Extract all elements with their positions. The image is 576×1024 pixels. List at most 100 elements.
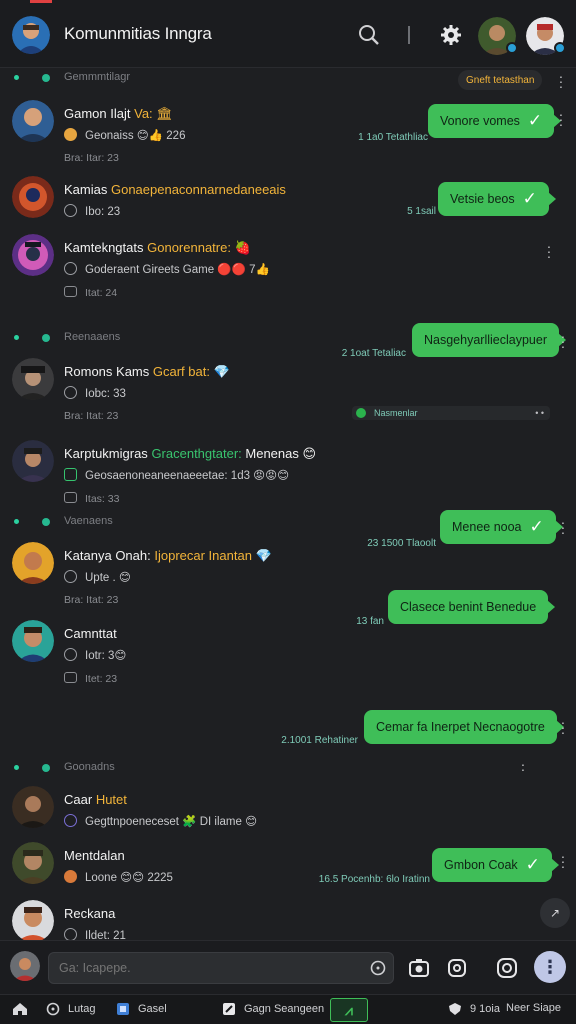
checkmark-icon: ✓	[527, 111, 543, 130]
more-icon[interactable]: · · ·	[560, 515, 566, 539]
reply-bubble[interactable]: Vonore vomes ✓	[428, 104, 562, 138]
avatar[interactable]	[12, 620, 54, 662]
list-item[interactable]: Kamias Gonaepenaconnarnedaneeais Ibo: 23…	[0, 176, 576, 226]
list-item[interactable]: Karptukmigras Gracenthgtater: Menenas 😊 …	[0, 440, 576, 506]
reply-bubble[interactable]: Cemar fa Inerpet Necnaogotre	[364, 710, 564, 744]
checkmark-icon: ✓	[522, 189, 537, 208]
nav-label: Gagn Seangeen	[244, 1003, 325, 1015]
more-icon[interactable]: · · ·	[560, 715, 566, 739]
thread-meta: Bra: Itat: 23	[64, 594, 119, 606]
reaction-icon	[64, 128, 77, 141]
list-item[interactable]: Reckana Ildet: 21	[0, 900, 576, 940]
search-icon[interactable]	[358, 24, 380, 46]
status-icon	[64, 870, 77, 883]
online-indicator	[554, 42, 566, 54]
nav-label: Lutag	[68, 1003, 96, 1015]
dot-icon	[14, 335, 19, 340]
avatar[interactable]	[12, 176, 54, 218]
nav-item-more[interactable]: Neer Siape	[506, 1002, 561, 1014]
more-icon[interactable]: · · ·	[558, 107, 564, 131]
reply-bubble[interactable]: Gmbon Coak ✓	[432, 848, 559, 882]
avatar[interactable]	[12, 440, 54, 482]
home-icon	[13, 1003, 27, 1015]
dot-icon	[14, 519, 19, 524]
heart-icon	[64, 468, 77, 481]
status-icon	[64, 570, 77, 583]
profile-avatar[interactable]	[10, 951, 40, 981]
dot-icon	[42, 334, 50, 342]
nav-item-box[interactable]: Gasel	[116, 1002, 167, 1016]
reply-bubble[interactable]: Nasgehyarllieclaypuer	[412, 323, 566, 357]
list-item[interactable]: Kamtekngtats Gonorennatre: 🍓 Goderaent G…	[0, 234, 576, 314]
avatar[interactable]	[12, 786, 54, 828]
nav-item-recent[interactable]: Lutag	[46, 1002, 96, 1016]
scroll-fab-icon[interactable]: ↗	[540, 898, 570, 928]
thread-title: Kamias Gonaepenaconnarnedaneeais	[64, 182, 286, 197]
send-button[interactable]: ⋮	[534, 951, 566, 983]
online-indicator	[506, 42, 518, 54]
more-icon[interactable]: · · ·	[560, 849, 566, 873]
thread-title: Karptukmigras Gracenthgtater: Menenas 😊	[64, 446, 317, 461]
gear-icon[interactable]	[440, 24, 462, 46]
thread-preview: Upte . 😊	[64, 570, 131, 584]
nav-label: 9 1oia	[470, 1003, 500, 1015]
status-icon	[64, 204, 77, 217]
reply-bubble[interactable]: Menee nooa ✓	[440, 510, 563, 544]
list-item[interactable]: Camnttat Iotr: 3😊 Itet: 23	[0, 620, 576, 690]
nav-item-shield[interactable]: 9 1oia	[448, 1002, 500, 1016]
avatar[interactable]	[12, 542, 54, 584]
reply-bubble[interactable]: Clasece benint Benedue	[388, 590, 556, 624]
thread-meta: Bra: Itar: 23	[64, 152, 119, 164]
dot-icon	[14, 75, 19, 80]
top-bar: Komunmitias Inngra	[0, 0, 576, 68]
gif-icon[interactable]	[446, 957, 468, 979]
checkmark-icon: ✓	[525, 855, 540, 874]
thread-preview: Goderaent Gireets Game 🔴🔴 7👍	[64, 262, 270, 276]
message-input[interactable]	[48, 952, 394, 984]
avatar[interactable]	[12, 234, 54, 276]
clock-icon[interactable]	[370, 960, 386, 976]
dot-icon	[42, 518, 50, 526]
pen-icon	[223, 1003, 235, 1015]
avatar[interactable]	[12, 358, 54, 400]
more-icon[interactable]: · · ·	[560, 329, 566, 353]
section-label: Vaenaens	[64, 515, 113, 527]
camera-icon[interactable]	[408, 957, 430, 979]
thread-preview: Loone 😊😊 2225	[64, 870, 173, 884]
dot-icon	[42, 74, 50, 82]
thread-title: Kamtekngtats Gonorennatre: 🍓	[64, 240, 251, 255]
reply-bubble[interactable]: Vetsie beos ✓	[438, 182, 556, 216]
more-icon[interactable]: · · ·	[546, 239, 552, 263]
avatar[interactable]	[12, 100, 54, 142]
profile-avatar[interactable]	[12, 16, 50, 54]
list-item[interactable]: Gamon Ilajt Va: 🏛 Geonaiss 😊👍 226 Bra: I…	[0, 100, 576, 166]
message-feed[interactable]: Gemmmtilagr Gneft tetasthan · · · Gamon Il…	[0, 68, 576, 940]
thread-title: Caar Hutet	[64, 792, 127, 807]
nav-item-compose[interactable]: Gagn Seangeen	[222, 1002, 324, 1016]
avatar[interactable]	[12, 900, 54, 940]
active-tab-icon[interactable]: ⩘	[330, 998, 368, 1022]
status-icon	[64, 928, 77, 940]
thread-title: Reckana	[64, 906, 116, 921]
status-icon	[64, 386, 77, 399]
thread-title: Mentdalan	[64, 848, 125, 863]
avatar[interactable]	[12, 842, 54, 884]
more-icon[interactable]: • •	[535, 406, 544, 420]
link-preview[interactable]: Nasmenlar • •	[352, 406, 550, 420]
more-icon[interactable]: · · ·	[558, 69, 564, 93]
reply-timestamp: 16.5 Pocenhb: 6lo Iratinn	[318, 874, 430, 885]
dot-icon	[42, 764, 50, 772]
thread-title: Katanya Onah: Ijoprecar Inantan 💎	[64, 548, 272, 563]
shield-icon	[449, 1003, 461, 1015]
list-item[interactable]: Mentdalan Loone 😊😊 2225 Gmbon Coak ✓ 16.5…	[0, 842, 576, 892]
checkmark-icon: ✓	[529, 517, 544, 536]
thread-preview: Geonaiss 😊👍 226	[64, 128, 185, 142]
list-item[interactable]: Caar Hutet Gegttnpoeneceset 🧩 DI ilame 😊	[0, 786, 576, 836]
thread-meta: Itet: 23	[64, 672, 117, 685]
sticker-icon[interactable]	[496, 957, 518, 979]
section-label: Reenaaens	[64, 331, 121, 343]
thread-meta: Itat: 24	[64, 286, 117, 299]
status-badge[interactable]: Gneft tetasthan	[458, 70, 543, 90]
more-icon[interactable]: · ·	[520, 757, 526, 776]
nav-item-home[interactable]	[12, 1002, 36, 1016]
